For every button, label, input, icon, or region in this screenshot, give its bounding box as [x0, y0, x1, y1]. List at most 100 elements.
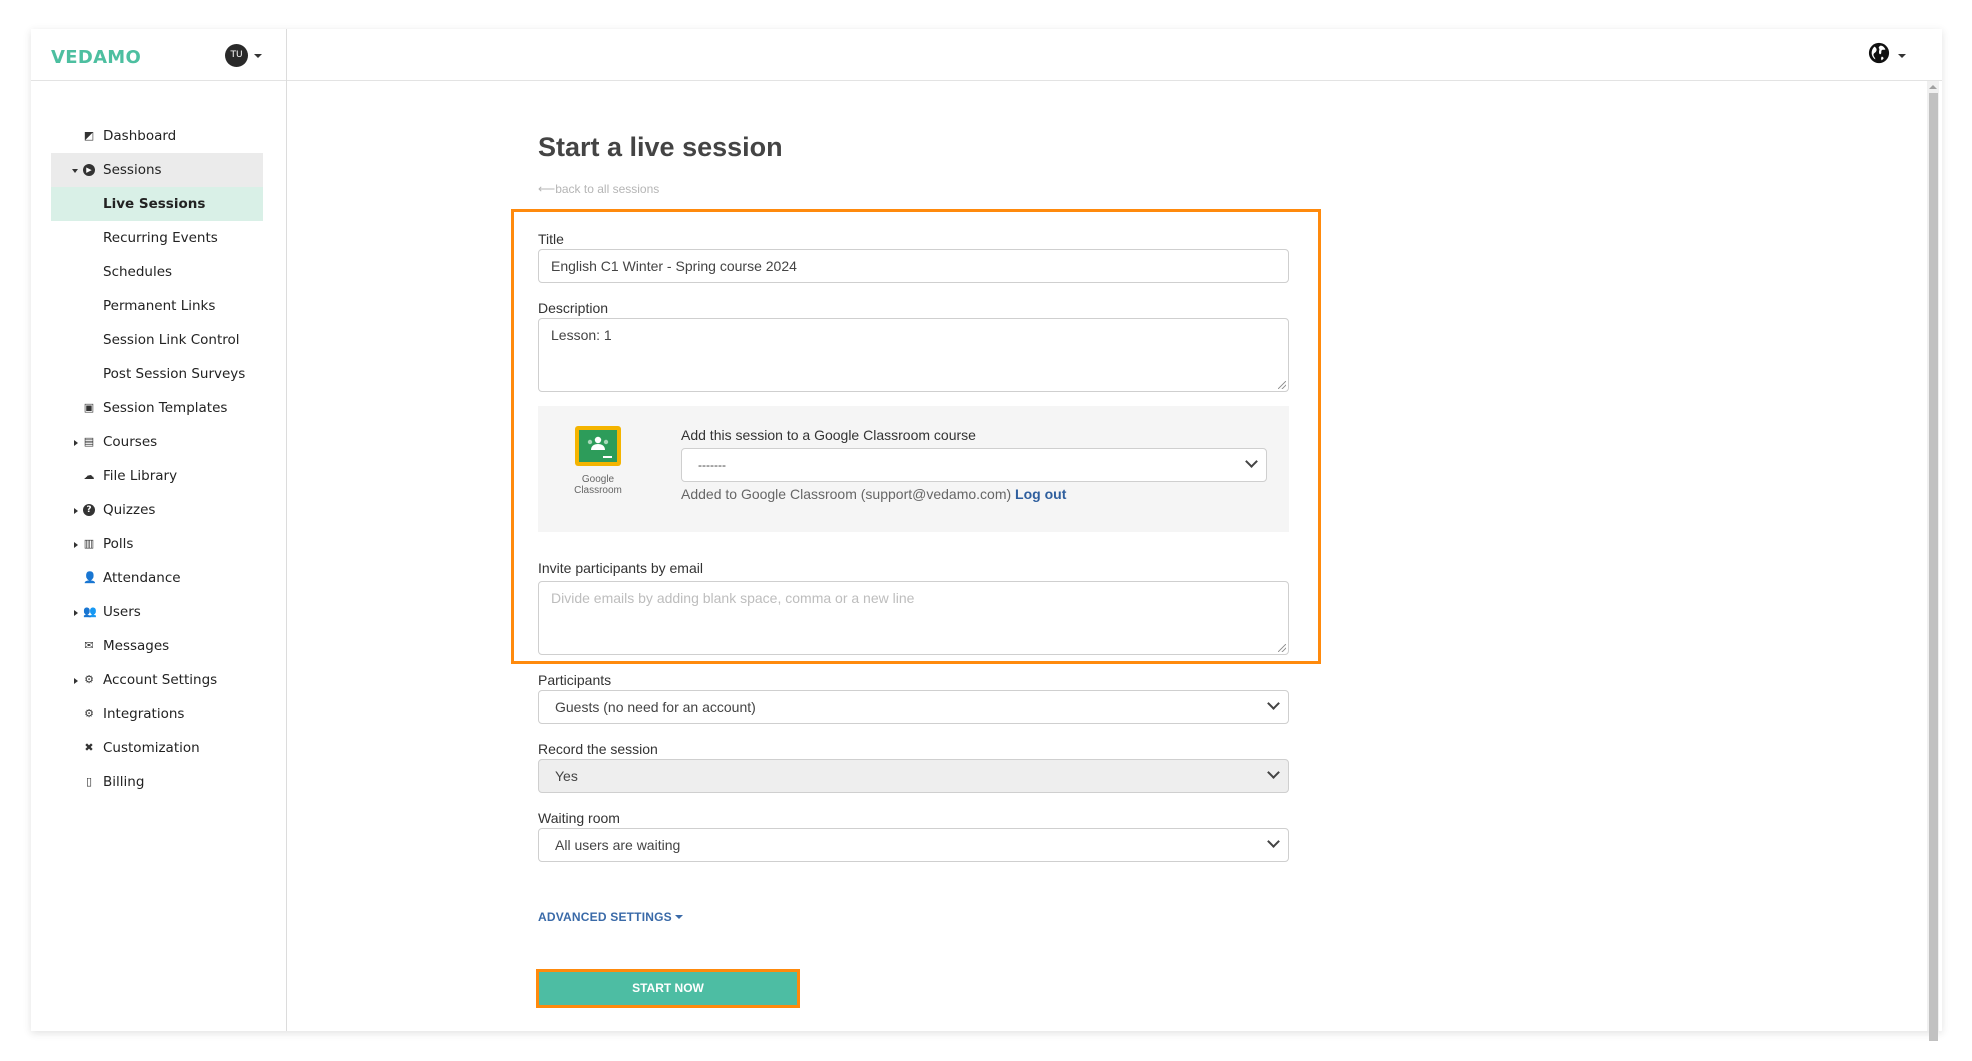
- vertical-scrollbar[interactable]: [1927, 81, 1939, 1041]
- gear-icon: ⚙: [84, 673, 94, 686]
- sidebar-item-label: Session Templates: [103, 400, 228, 416]
- scrollbar-thumb[interactable]: [1929, 93, 1938, 1041]
- page-title: Start a live session: [538, 132, 783, 162]
- sidebar-item-post-session-surveys[interactable]: Post Session Surveys: [51, 357, 263, 391]
- tools-icon: ✖: [84, 741, 94, 754]
- sidebar-item-label: Polls: [103, 536, 134, 552]
- sidebar-item-live-sessions[interactable]: Live Sessions: [51, 187, 263, 221]
- sidebar-item-polls[interactable]: ▥ Polls: [51, 527, 263, 561]
- sidebar-item-label: Billing: [103, 774, 145, 790]
- resize-handle[interactable]: [1278, 644, 1286, 652]
- sidebar-item-label: Live Sessions: [103, 196, 206, 212]
- sidebar-item-label: Courses: [103, 434, 158, 450]
- resize-handle[interactable]: [1278, 381, 1286, 389]
- sidebar-item-schedules[interactable]: Schedules: [51, 255, 263, 289]
- sidebar-item-label: Customization: [103, 740, 200, 756]
- record-label: Record the session: [538, 741, 658, 757]
- cloud-upload-icon: ☁: [83, 469, 95, 482]
- sidebar-item-label: Session Link Control: [103, 332, 240, 348]
- invite-emails-textarea[interactable]: Divide emails by adding blank space, com…: [538, 581, 1289, 655]
- sidebar-item-customization[interactable]: ✖ Customization: [51, 731, 263, 765]
- google-classroom-status: Added to Google Classroom (support@vedam…: [681, 486, 1066, 502]
- invoice-icon: ▯: [85, 775, 93, 788]
- sidebar-item-sessions[interactable]: ▶ Sessions: [51, 153, 263, 187]
- sidebar-item-messages[interactable]: ✉ Messages: [51, 629, 263, 663]
- google-classroom-logo-icon: [575, 426, 621, 466]
- sidebar-item-attendance[interactable]: 👤 Attendance: [51, 561, 263, 595]
- question-circle-icon: ?: [83, 504, 95, 516]
- sidebar-item-label: Account Settings: [103, 672, 218, 688]
- language-caret-icon[interactable]: [1898, 54, 1906, 58]
- title-input[interactable]: English C1 Winter - Spring course 2024: [538, 249, 1289, 283]
- sidebar-header: VEDAMO TU: [31, 29, 286, 81]
- sidebar-item-label: Schedules: [103, 264, 173, 280]
- caret-down-icon: [674, 914, 683, 919]
- envelope-icon: ✉: [84, 639, 94, 652]
- record-session-select[interactable]: Yes: [538, 759, 1289, 793]
- google-classroom-panel: Google Classroom Add this session to a G…: [538, 406, 1289, 532]
- caret-right-icon[interactable]: [74, 542, 78, 548]
- sidebar-item-quizzes[interactable]: ? Quizzes: [51, 493, 263, 527]
- description-textarea[interactable]: Lesson: 1: [538, 318, 1289, 392]
- back-to-sessions-link[interactable]: ⟵back to all sessions: [538, 182, 659, 196]
- chevron-down-icon: [1245, 455, 1258, 468]
- google-classroom-course-select[interactable]: -------: [681, 448, 1267, 482]
- sidebar-item-label: Integrations: [103, 706, 185, 722]
- dashboard-icon: ◩: [83, 129, 95, 142]
- sidebar-item-session-link-control[interactable]: Session Link Control: [51, 323, 263, 357]
- waiting-room-select[interactable]: All users are waiting: [538, 828, 1289, 862]
- title-label: Title: [538, 231, 564, 247]
- sidebar-item-file-library[interactable]: ☁ File Library: [51, 459, 263, 493]
- google-logout-link[interactable]: Log out: [1015, 486, 1066, 502]
- sidebar-item-session-templates[interactable]: ▣ Session Templates: [51, 391, 263, 425]
- sidebar-item-courses[interactable]: ▤ Courses: [51, 425, 263, 459]
- sidebar-item-integrations[interactable]: ⚙ Integrations: [51, 697, 263, 731]
- play-circle-icon: ▶: [83, 164, 95, 176]
- sidebar-item-label: Quizzes: [103, 502, 156, 518]
- invite-placeholder: Divide emails by adding blank space, com…: [551, 590, 915, 606]
- vedamo-logo[interactable]: VEDAMO: [51, 47, 141, 68]
- sidebar-item-label: Sessions: [103, 162, 162, 178]
- sidebar-item-permanent-links[interactable]: Permanent Links: [51, 289, 263, 323]
- waiting-room-value: All users are waiting: [555, 837, 681, 853]
- top-bar: [287, 29, 1942, 81]
- arrow-left-icon: ⟵: [538, 182, 556, 196]
- sidebar-item-recurring-events[interactable]: Recurring Events: [51, 221, 263, 255]
- start-now-button[interactable]: START NOW: [536, 969, 800, 1008]
- chevron-down-icon: [1267, 697, 1280, 710]
- caret-right-icon[interactable]: [74, 678, 78, 684]
- sidebar-item-label: Dashboard: [103, 128, 177, 144]
- users-icon: 👥: [83, 605, 97, 618]
- caret-right-icon[interactable]: [74, 610, 78, 616]
- chevron-down-icon: [1267, 835, 1280, 848]
- sidebar-item-label: Attendance: [103, 570, 181, 586]
- sidebar: VEDAMO TU ◩ Dashboard ▶ Sessions Live Sessio…: [31, 29, 287, 1031]
- sidebar-item-label: Recurring Events: [103, 230, 218, 246]
- advanced-settings-toggle[interactable]: ADVANCED SETTINGS: [538, 910, 683, 924]
- sidebar-item-dashboard[interactable]: ◩ Dashboard: [51, 119, 263, 153]
- sidebar-item-label: File Library: [103, 468, 178, 484]
- google-classroom-label: Add this session to a Google Classroom c…: [681, 427, 976, 443]
- description-text: Lesson: 1: [551, 327, 612, 343]
- sidebar-item-users[interactable]: 👥 Users: [51, 595, 263, 629]
- cogs-icon: ⚙: [84, 707, 94, 720]
- caret-right-icon[interactable]: [74, 440, 78, 446]
- caret-down-icon[interactable]: [254, 54, 262, 58]
- bar-chart-icon: ▥: [83, 537, 95, 550]
- invite-label: Invite participants by email: [538, 560, 703, 576]
- google-classroom-caption: Google Classroom: [574, 474, 622, 496]
- sidebar-item-account-settings[interactable]: ⚙ Account Settings: [51, 663, 263, 697]
- sidebar-item-billing[interactable]: ▯ Billing: [51, 765, 263, 799]
- participants-select[interactable]: Guests (no need for an account): [538, 690, 1289, 724]
- globe-icon[interactable]: [1868, 42, 1890, 64]
- sidebar-nav: ◩ Dashboard ▶ Sessions Live Sessions Recurrin…: [51, 119, 263, 799]
- participants-label: Participants: [538, 672, 612, 688]
- participants-value: Guests (no need for an account): [555, 699, 756, 715]
- gc-status-text: Added to Google Classroom (support@vedam…: [681, 486, 1012, 502]
- caret-right-icon[interactable]: [74, 508, 78, 514]
- caret-down-icon[interactable]: [72, 169, 78, 173]
- scroll-up-arrow-icon[interactable]: [1929, 85, 1937, 89]
- user-avatar[interactable]: TU: [225, 44, 248, 67]
- description-label: Description: [538, 300, 609, 316]
- book-icon: ▤: [83, 435, 95, 448]
